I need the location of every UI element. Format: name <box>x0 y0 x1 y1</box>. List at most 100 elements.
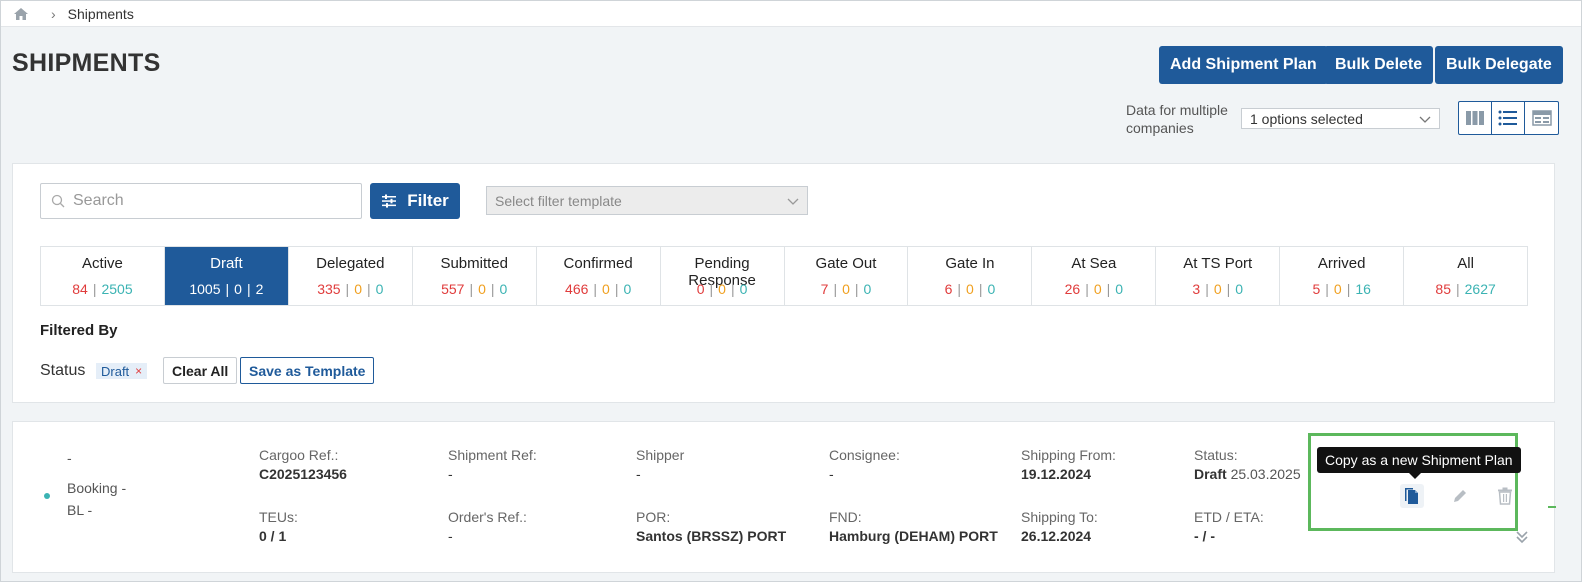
status-count: 0 <box>1213 281 1222 297</box>
count-separator: | <box>1106 281 1111 297</box>
status-tab-label: Arrived <box>1317 255 1366 272</box>
orders-ref-field: Order's Ref.: - <box>448 509 527 544</box>
cargoo-ref-value: C2025123456 <box>259 466 347 482</box>
count-separator: | <box>730 281 735 297</box>
status-tab-at-sea[interactable]: At Sea 26 | 0 | 0 <box>1032 247 1157 305</box>
edit-shipment-button[interactable] <box>1448 484 1472 508</box>
count-separator: | <box>957 281 962 297</box>
count-separator: | <box>614 281 619 297</box>
list-view-button[interactable] <box>1492 102 1525 134</box>
fnd-value: Hamburg (DEHAM) PORT <box>829 528 998 544</box>
status-dot <box>44 493 50 499</box>
status-tab-label: Confirmed <box>563 255 633 272</box>
status-count: 0 <box>966 281 974 297</box>
orders-ref-label: Order's Ref.: <box>448 509 527 525</box>
table-view-button[interactable] <box>1525 102 1558 134</box>
status-tab-counts: 557 | 0 | 0 <box>413 281 536 297</box>
status-count: 0 <box>602 281 610 297</box>
consignee-field: Consignee: - <box>829 447 900 482</box>
status-count: 466 <box>565 281 589 297</box>
fnd-field: FND: Hamburg (DEHAM) PORT <box>829 509 998 544</box>
bulk-delegate-button[interactable]: Bulk Delegate <box>1435 46 1563 84</box>
booking-label: Booking - <box>67 480 127 496</box>
status-count: 0 <box>1333 281 1342 297</box>
filter-button-label: Filter <box>407 191 449 210</box>
status-tab-counts: 3 | 0 | 0 <box>1156 281 1279 297</box>
count-separator: | <box>1325 281 1329 297</box>
shipment-ref-field: Shipment Ref: - <box>448 447 537 482</box>
copy-tooltip: Copy as a new Shipment Plan <box>1317 447 1521 479</box>
status-count: 16 <box>1355 281 1371 297</box>
search-box[interactable] <box>40 183 362 219</box>
copy-shipment-button[interactable] <box>1400 484 1424 508</box>
status-count: 0 <box>1235 281 1244 297</box>
status-count: 2505 <box>101 281 133 297</box>
view-toggle <box>1458 101 1559 135</box>
delete-shipment-button[interactable] <box>1493 484 1517 508</box>
status-count: 2627 <box>1464 281 1496 297</box>
company-select[interactable]: 1 options selected <box>1241 108 1440 129</box>
list-icon <box>1498 110 1517 126</box>
filter-panel: Filter Select filter template Active84|2… <box>12 163 1555 403</box>
table-icon <box>1531 110 1552 126</box>
status-tab-pending-response[interactable]: Pending Response 0 | 0 | 0 <box>660 247 785 305</box>
status-tab-gate-in[interactable]: Gate In 6 | 0 | 0 <box>908 247 1033 305</box>
sliders-icon <box>381 194 397 208</box>
status-tab-confirmed[interactable]: Confirmed 466 | 0 | 0 <box>536 247 661 305</box>
status-tab-counts: 7 | 0 | 0 <box>785 281 908 297</box>
save-as-template-button[interactable]: Save as Template <box>240 357 375 384</box>
status-tab-counts: 335 | 0 | 0 <box>289 281 412 297</box>
teus-label: TEUs: <box>259 509 298 525</box>
search-input[interactable] <box>71 191 351 211</box>
status-count: 0 <box>234 281 242 297</box>
status-tab-at-ts-port[interactable]: At TS Port 3 | 0 | 0 <box>1156 247 1281 305</box>
status-tab-arrived[interactable]: Arrived 5 | 0 | 16 <box>1280 247 1405 305</box>
status-count: 6 <box>944 281 953 297</box>
filter-button[interactable]: Filter <box>370 183 460 219</box>
count-separator: | <box>1205 281 1209 297</box>
count-separator: | <box>854 281 859 297</box>
status-tab-all[interactable]: All 85 | 2627 <box>1404 247 1528 305</box>
double-chevron-down-icon[interactable] <box>1514 529 1530 550</box>
por-value: Santos (BRSSZ) PORT <box>636 528 787 544</box>
status-value: Draft <box>1194 466 1227 482</box>
shipping-to-value: 26.12.2024 <box>1021 528 1092 544</box>
status-count: 557 <box>441 281 465 297</box>
status-tab-counts: 5 | 0 | 16 <box>1280 281 1403 297</box>
column-view-button[interactable] <box>1459 102 1492 134</box>
count-separator: | <box>1346 281 1351 297</box>
status-tab-gate-out[interactable]: Gate Out 7 | 0 | 0 <box>784 247 909 305</box>
home-icon[interactable] <box>13 7 29 21</box>
status-count: 0 <box>842 281 850 297</box>
status-tab-label: At TS Port <box>1183 255 1253 272</box>
status-count: 85 <box>1435 281 1451 297</box>
chevron-down-icon <box>787 193 799 209</box>
filter-template-select[interactable]: Select filter template <box>486 186 808 215</box>
shipper-value: - <box>636 466 641 482</box>
bulk-delete-button[interactable]: Bulk Delete <box>1324 46 1434 84</box>
count-separator: | <box>833 281 838 297</box>
status-tab-label: At Sea <box>1071 255 1117 272</box>
status-tab-active[interactable]: Active 84 | 2505 <box>41 247 165 305</box>
clear-all-button[interactable]: Clear All <box>163 357 238 384</box>
chevron-down-icon <box>1419 111 1431 127</box>
status-chip-label: Draft <box>101 363 130 379</box>
company-select-value: 1 options selected <box>1250 110 1363 127</box>
consignee-label: Consignee: <box>829 447 900 463</box>
status-tab-delegated[interactable]: Delegated 335 | 0 | 0 <box>288 247 413 305</box>
status-label: Status: <box>1194 447 1238 463</box>
add-shipment-plan-button[interactable]: Add Shipment Plan <box>1159 46 1328 84</box>
count-separator: | <box>225 281 230 297</box>
status-tab-draft[interactable]: Draft 1005 | 0 | 2 <box>164 247 289 305</box>
shipment-ref-dash: - <box>67 450 72 466</box>
status-count: 0 <box>623 281 632 297</box>
remove-chip-icon[interactable]: × <box>135 364 142 378</box>
multiple-companies-label: Data for multiple companies <box>1126 102 1228 136</box>
status-tab-label: Gate In <box>945 255 995 272</box>
etd-eta-field: ETD / ETA: - / - <box>1194 509 1264 544</box>
shipping-from-field: Shipping From: 19.12.2024 <box>1021 447 1116 482</box>
columns-icon <box>1466 111 1484 125</box>
status-tab-submitted[interactable]: Submitted 557 | 0 | 0 <box>412 247 537 305</box>
bl-label: BL - <box>67 502 93 518</box>
trash-icon <box>1497 487 1513 505</box>
